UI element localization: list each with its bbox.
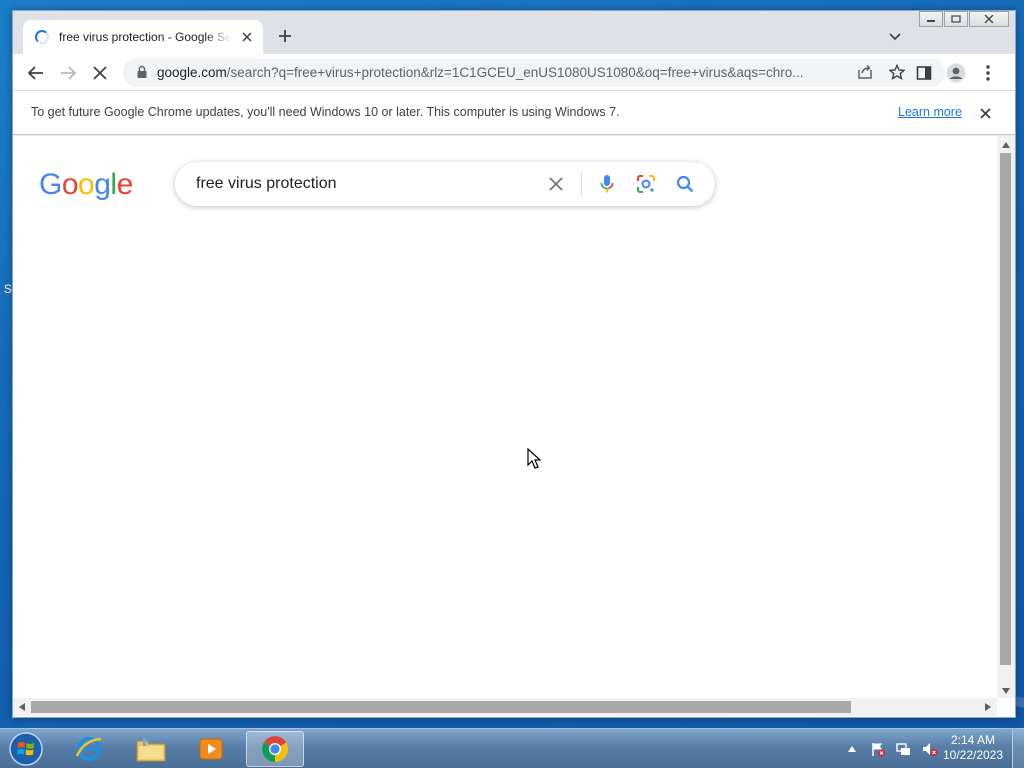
logo-letter: o — [61, 168, 79, 201]
learn-more-link[interactable]: Learn more — [898, 105, 962, 119]
logo-letter: e — [116, 168, 134, 201]
more-options-icon[interactable] — [977, 62, 999, 84]
tab-active[interactable]: free virus protection - Google Search — [23, 20, 263, 54]
title-bar: free virus protection - Google Search — [13, 11, 1015, 54]
logo-letter: g — [94, 168, 111, 201]
show-hidden-icons-arrow-icon[interactable] — [842, 739, 862, 759]
url-host: google.com — [157, 65, 227, 80]
infobar-close-icon[interactable] — [977, 105, 993, 121]
vertical-scrollbar[interactable] — [997, 136, 1015, 698]
desktop-icon-label: S — [4, 282, 13, 296]
bookmark-star-icon[interactable] — [886, 61, 908, 83]
horizontal-scroll-thumb[interactable] — [31, 701, 851, 713]
update-infobar: To get future Google Chrome updates, you… — [13, 91, 1015, 135]
search-box[interactable]: free virus protection — [175, 162, 715, 206]
browser-window: free virus protection - Google Search — [12, 10, 1016, 718]
loading-spinner-icon — [35, 30, 49, 44]
side-panel-icon[interactable] — [913, 62, 935, 84]
back-button[interactable] — [25, 62, 47, 84]
forward-button[interactable] — [57, 62, 79, 84]
show-desktop-button[interactable] — [1012, 729, 1024, 768]
vertical-scroll-thumb[interactable] — [1000, 153, 1011, 665]
tab-search-chevron-down-icon[interactable] — [885, 27, 905, 47]
taskbar: 2:14 AM 10/22/2023 — [0, 728, 1024, 768]
logo-letter: o — [78, 168, 95, 201]
clock-date: 10/22/2023 — [942, 748, 1004, 762]
address-bar[interactable]: google.com/search?q=free+virus+protectio… — [123, 58, 945, 87]
infobar-message: To get future Google Chrome updates, you… — [31, 105, 620, 119]
page-content: Google free virus protection — [13, 136, 997, 698]
taskbar-chrome-icon[interactable] — [246, 731, 304, 767]
window-close-button[interactable] — [969, 11, 1009, 27]
horizontal-scrollbar[interactable] — [13, 698, 997, 716]
tab-close-icon[interactable] — [239, 29, 255, 45]
profile-avatar-icon[interactable] — [945, 62, 967, 84]
action-center-flag-icon[interactable] — [868, 739, 888, 759]
system-tray — [842, 737, 946, 761]
tab-title: free virus protection - Google Search — [59, 30, 231, 44]
window-controls — [918, 11, 1009, 27]
google-lens-icon[interactable] — [634, 172, 658, 196]
stop-loading-button[interactable] — [89, 62, 111, 84]
taskbar-internet-explorer-icon[interactable] — [60, 731, 118, 767]
scroll-up-arrow-icon[interactable] — [1001, 140, 1011, 150]
browser-toolbar: google.com/search?q=free+virus+protectio… — [13, 54, 1015, 91]
search-divider — [581, 172, 582, 196]
scroll-right-arrow-icon[interactable] — [983, 702, 993, 712]
start-button[interactable] — [6, 730, 46, 768]
taskbar-clock[interactable]: 2:14 AM 10/22/2023 — [936, 733, 1010, 763]
google-logo[interactable]: Google — [39, 168, 133, 202]
search-icon[interactable] — [673, 172, 697, 196]
share-icon[interactable] — [854, 61, 876, 83]
mouse-cursor-icon — [527, 448, 542, 469]
lock-icon[interactable] — [135, 65, 149, 79]
scroll-left-arrow-icon[interactable] — [17, 702, 27, 712]
search-input[interactable]: free virus protection — [196, 175, 337, 193]
url-path: /search?q=free+virus+protection&rlz=1C1G… — [226, 65, 804, 80]
scroll-down-arrow-icon[interactable] — [1001, 686, 1011, 696]
logo-letter: G — [39, 168, 62, 201]
voice-search-mic-icon[interactable] — [595, 172, 619, 196]
network-icon[interactable] — [894, 739, 914, 759]
maximize-button[interactable] — [944, 11, 968, 27]
clear-search-icon[interactable] — [545, 173, 567, 195]
taskbar-file-explorer-icon[interactable] — [122, 731, 180, 767]
taskbar-media-player-icon[interactable] — [182, 731, 240, 767]
new-tab-button[interactable] — [275, 26, 295, 46]
clock-time: 2:14 AM — [950, 733, 996, 747]
minimize-button[interactable] — [919, 11, 943, 27]
url-text[interactable]: google.com/search?q=free+virus+protectio… — [157, 65, 827, 80]
